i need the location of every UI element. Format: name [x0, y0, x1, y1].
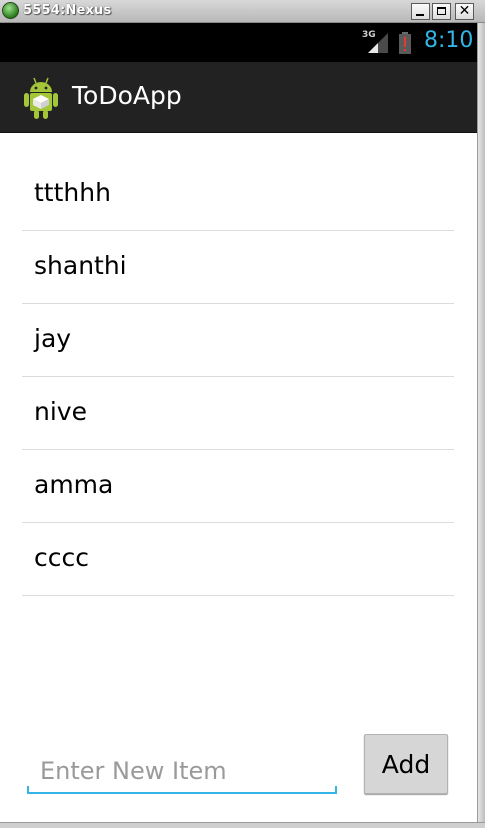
minimize-icon	[416, 14, 424, 16]
close-button[interactable]: ✕	[455, 3, 474, 20]
list-item[interactable]: amma	[22, 450, 454, 523]
battery-icon	[399, 32, 411, 54]
list-item-label: shanthi	[34, 251, 127, 280]
input-underline-tick-right	[335, 786, 337, 794]
window-titlebar: 5554:Nexus ✕	[0, 0, 485, 23]
new-item-input[interactable]	[27, 750, 337, 794]
list-item-label: jay	[34, 324, 72, 353]
list-item[interactable]: shanthi	[22, 231, 454, 304]
input-underline-tick-left	[27, 786, 29, 794]
todo-list: ttthhh shanthi jay nive amma cccc	[22, 158, 454, 596]
window-title: 5554:Nexus	[23, 3, 112, 18]
signal-strength-icon	[368, 33, 388, 53]
list-item[interactable]: cccc	[22, 523, 454, 596]
close-icon: ✕	[458, 3, 471, 19]
window-frame-bottom	[0, 822, 485, 828]
list-item-label: cccc	[34, 543, 89, 572]
emulator-app-icon	[2, 2, 19, 19]
list-item-label: ttthhh	[34, 178, 111, 207]
action-bar: ToDoApp	[0, 62, 477, 133]
status-bar: 3G 8:10	[0, 23, 477, 62]
maximize-icon	[437, 7, 446, 15]
list-item-label: nive	[34, 397, 87, 426]
list-item[interactable]: ttthhh	[22, 158, 454, 231]
list-item[interactable]: jay	[22, 304, 454, 377]
minimize-button[interactable]	[411, 3, 430, 20]
clock: 8:10	[424, 28, 474, 53]
app-title: ToDoApp	[72, 81, 182, 110]
maximize-button[interactable]	[432, 3, 451, 20]
list-item-label: amma	[34, 470, 114, 499]
list-item[interactable]: nive	[22, 377, 454, 450]
add-button[interactable]: Add	[364, 734, 448, 794]
android-icon[interactable]	[22, 76, 60, 120]
window-frame-right	[477, 23, 485, 828]
